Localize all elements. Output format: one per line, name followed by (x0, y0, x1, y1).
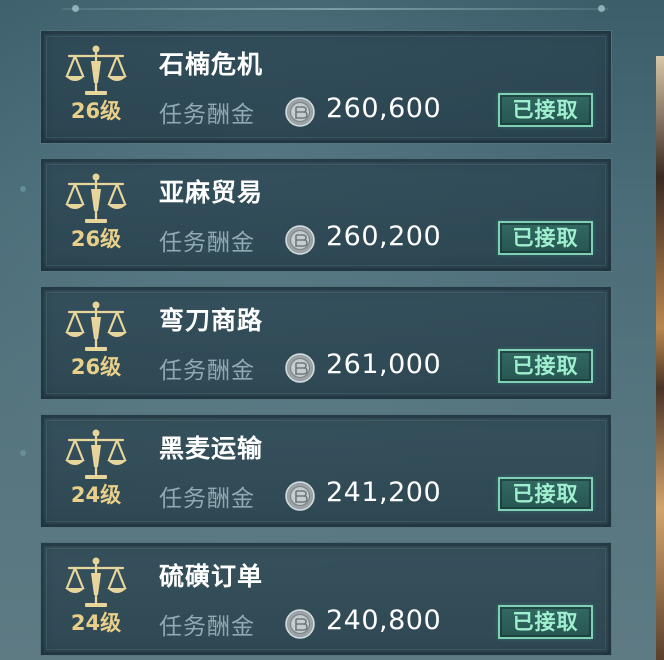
divider-ornament (598, 5, 605, 12)
scales-icon (65, 45, 127, 95)
reward-amount: 261,000 (326, 349, 442, 380)
reward-label: 任务酬金 (159, 614, 255, 640)
reward-label: 任务酬金 (159, 230, 255, 256)
scales-icon (65, 557, 127, 607)
decorative-dot (20, 450, 26, 456)
silver-coin-icon (285, 225, 315, 255)
silver-coin-icon (285, 609, 315, 639)
reward-amount: 260,200 (326, 221, 442, 252)
reward-amount: 240,800 (326, 605, 442, 636)
task-list: 26级 石楠危机 任务酬金 260,600 已接取 26级 亚麻贸易 任务酬金 … (40, 30, 612, 660)
reward-label: 任务酬金 (159, 486, 255, 512)
scales-icon (65, 429, 127, 479)
accepted-status-button[interactable]: 已接取 (498, 477, 593, 511)
scales-icon (65, 301, 127, 351)
silver-coin-icon (285, 97, 315, 127)
accepted-status-button[interactable]: 已接取 (498, 221, 593, 255)
scales-icon (65, 173, 127, 223)
divider-ornament (72, 5, 79, 12)
task-title: 亚麻贸易 (159, 178, 264, 207)
task-title: 石楠危机 (159, 50, 264, 79)
decorative-dot (20, 186, 26, 192)
reward-label: 任务酬金 (159, 102, 255, 128)
reward-amount: 241,200 (326, 477, 442, 508)
top-divider (62, 8, 608, 10)
task-card[interactable]: 24级 硫磺订单 任务酬金 240,800 已接取 (40, 542, 612, 656)
accepted-status-button[interactable]: 已接取 (498, 605, 593, 639)
task-level: 26级 (70, 227, 122, 251)
task-card[interactable]: 26级 亚麻贸易 任务酬金 260,200 已接取 (40, 158, 612, 272)
task-card[interactable]: 26级 石楠危机 任务酬金 260,600 已接取 (40, 30, 612, 144)
task-card[interactable]: 26级 弯刀商路 任务酬金 261,000 已接取 (40, 286, 612, 400)
silver-coin-icon (285, 353, 315, 383)
reward-amount: 260,600 (326, 93, 442, 124)
task-level: 26级 (70, 355, 122, 379)
task-level: 24级 (70, 483, 122, 507)
task-title: 弯刀商路 (159, 306, 264, 335)
task-card[interactable]: 24级 黑麦运输 任务酬金 241,200 已接取 (40, 414, 612, 528)
task-title: 黑麦运输 (159, 434, 264, 463)
task-level: 26级 (70, 99, 122, 123)
reward-label: 任务酬金 (159, 358, 255, 384)
accepted-status-button[interactable]: 已接取 (498, 93, 593, 127)
silver-coin-icon (285, 481, 315, 511)
task-title: 硫磺订单 (159, 562, 264, 591)
accepted-status-button[interactable]: 已接取 (498, 349, 593, 383)
background-scene-edge (656, 56, 664, 660)
task-level: 24级 (70, 611, 122, 635)
